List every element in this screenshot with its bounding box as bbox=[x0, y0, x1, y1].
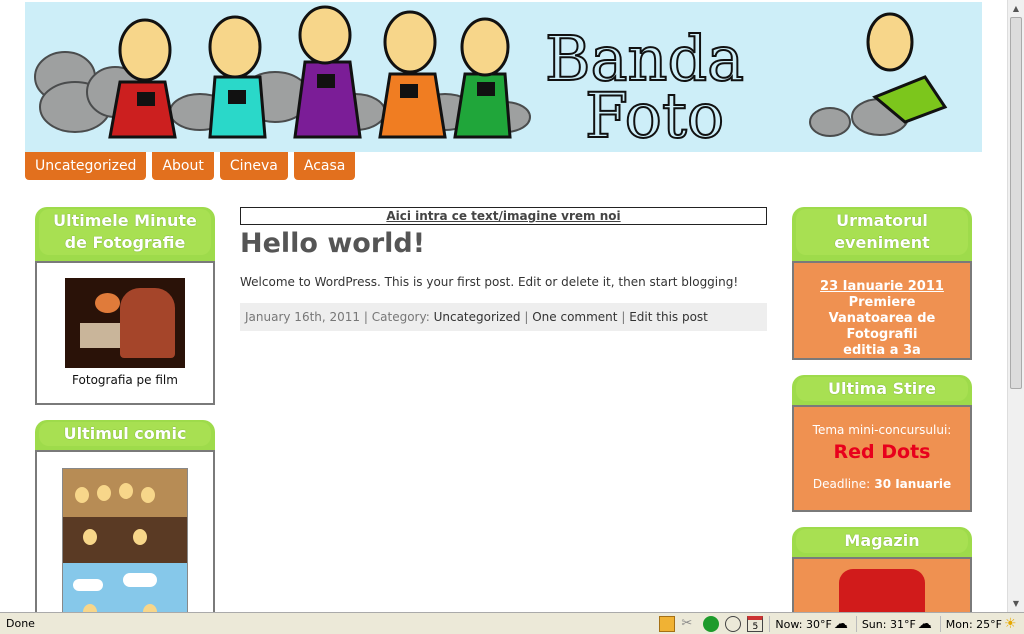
weather-mon[interactable]: Mon: 25°F ☀ bbox=[939, 616, 1020, 632]
scroll-up-icon[interactable]: ▲ bbox=[1008, 0, 1024, 17]
widget-body: 23 Ianuarie 2011 Premiere Vanatoarea de … bbox=[792, 261, 972, 360]
widget-body bbox=[792, 557, 972, 617]
widget-latest-news: Ultima Stire Tema mini-concursului: Red … bbox=[792, 375, 972, 512]
widget-body: Fotografia pe film bbox=[35, 261, 215, 405]
scissors-icon[interactable]: ✂ bbox=[681, 616, 697, 632]
weather-sun[interactable]: Sun: 31°F ☁ bbox=[855, 616, 934, 632]
status-text: Done bbox=[6, 617, 35, 630]
event-line: Vanatoarea de Fotografii bbox=[828, 311, 936, 342]
nav-item-about[interactable]: About bbox=[152, 152, 214, 180]
widget-next-event: Urmatorul eveniment 23 Ianuarie 2011 Pre… bbox=[792, 207, 972, 360]
notepad-icon[interactable] bbox=[659, 616, 676, 632]
comments-link[interactable]: One comment bbox=[532, 310, 617, 324]
widget-title: Urmatorul eveniment bbox=[792, 207, 972, 261]
deadline-value: 30 Ianuarie bbox=[874, 477, 952, 491]
snow-cloud-icon: ☁ bbox=[833, 616, 848, 632]
category-link[interactable]: Uncategorized bbox=[434, 310, 521, 324]
news-intro: Tema mini-concursului: bbox=[812, 423, 952, 437]
edit-post-link[interactable]: Edit this post bbox=[629, 310, 708, 324]
widget-title: Ultimele Minute de Fotografie bbox=[35, 207, 215, 261]
banner-illustration: Banda Foto bbox=[34, 5, 948, 152]
nav-item-cineva[interactable]: Cineva bbox=[219, 152, 288, 180]
nav-item-uncategorized[interactable]: Uncategorized bbox=[25, 152, 147, 180]
widget-title-text: Ultima Stire bbox=[796, 377, 968, 401]
scroll-thumb[interactable] bbox=[1010, 17, 1022, 389]
weather-mon-label: Mon: 25°F bbox=[945, 617, 1002, 631]
calendar-icon[interactable]: 5 bbox=[747, 616, 764, 632]
rain-cloud-icon: ☁ bbox=[917, 616, 932, 632]
tshirt-image[interactable] bbox=[839, 569, 925, 615]
meta-separator: | bbox=[363, 310, 368, 324]
ad-placeholder: Aici intra ce text/imagine vrem noi bbox=[240, 207, 767, 225]
widget-body: Tema mini-concursului: Red Dots Deadline… bbox=[792, 405, 972, 512]
event-line: editia a 3a bbox=[843, 343, 921, 358]
meta-separator: | bbox=[621, 310, 626, 324]
weather-sun-label: Sun: 31°F bbox=[861, 617, 916, 631]
post-date: January 16th, 2011 bbox=[245, 310, 361, 324]
post-body: Welcome to WordPress. This is your first… bbox=[240, 275, 739, 289]
weather-now[interactable]: Now: 30°F ☁ bbox=[769, 616, 849, 632]
video-caption: Fotografia pe film bbox=[72, 373, 178, 387]
deadline-label: Deadline: bbox=[812, 477, 871, 491]
vertical-scrollbar[interactable]: ▲ ▼ bbox=[1007, 0, 1024, 612]
widget-title: Magazin bbox=[792, 527, 972, 557]
video-thumbnail[interactable] bbox=[65, 278, 185, 368]
news-highlight: Red Dots bbox=[833, 441, 931, 463]
widget-title-text: Urmatorul eveniment bbox=[796, 209, 968, 255]
ad-link[interactable]: Aici intra ce text/imagine vrem noi bbox=[386, 209, 620, 223]
event-line: Premiere bbox=[848, 295, 916, 310]
banner-title-line2: Foto bbox=[585, 79, 724, 152]
post-meta: January 16th, 2011 | Category: Uncategor… bbox=[240, 303, 767, 331]
clock-icon[interactable] bbox=[725, 616, 742, 632]
header-banner[interactable]: Banda Foto bbox=[25, 2, 982, 152]
widget-latest-comic: Ultimul comic bbox=[35, 420, 215, 620]
widget-title: Ultima Stire bbox=[792, 375, 972, 405]
widget-shop: Magazin bbox=[792, 527, 972, 617]
widget-photo-minutes: Ultimele Minute de Fotografie Fotografia… bbox=[35, 207, 215, 405]
nav-item-acasa[interactable]: Acasa bbox=[293, 152, 356, 180]
category-label: Category: bbox=[371, 310, 430, 324]
meta-separator: | bbox=[524, 310, 529, 324]
weather-now-label: Now: 30°F bbox=[775, 617, 832, 631]
widget-title-text: Magazin bbox=[796, 529, 968, 553]
status-tray: ✂ 5 Now: 30°F ☁ Sun: 31°F ☁ Mon: 25°F ☀ bbox=[659, 615, 1020, 633]
post-title[interactable]: Hello world! bbox=[240, 228, 425, 259]
event-date-link[interactable]: 23 Ianuarie 2011 bbox=[794, 279, 970, 295]
partly-sunny-icon: ☀ bbox=[1004, 616, 1017, 632]
status-bar: Done ✂ 5 Now: 30°F ☁ Sun: 31°F ☁ Mon: 25… bbox=[0, 612, 1024, 634]
main-nav: Uncategorized About Cineva Acasa bbox=[25, 152, 356, 180]
comic-thumbnail[interactable] bbox=[62, 468, 188, 618]
scroll-down-icon[interactable]: ▼ bbox=[1008, 595, 1024, 612]
widget-title-text: Ultimul comic bbox=[39, 422, 211, 446]
widget-title-text: Ultimele Minute de Fotografie bbox=[39, 209, 211, 255]
widget-title: Ultimul comic bbox=[35, 420, 215, 450]
green-status-icon[interactable] bbox=[703, 616, 720, 632]
widget-body bbox=[35, 450, 215, 620]
